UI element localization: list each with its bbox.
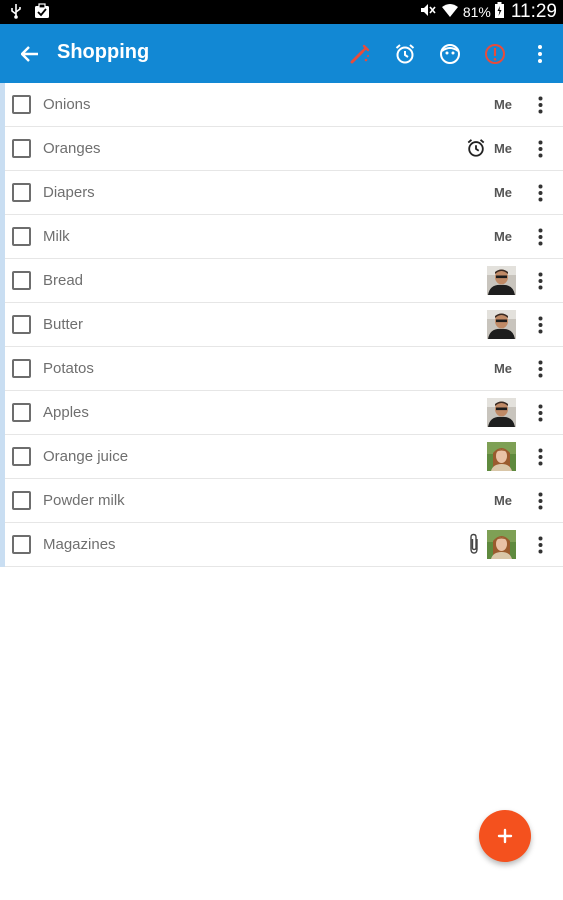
item-label: Diapers bbox=[43, 184, 95, 201]
clock: 11:29 bbox=[510, 1, 557, 22]
item-label: Onions bbox=[43, 96, 91, 113]
list-item[interactable]: Diapers Me bbox=[0, 171, 563, 215]
item-menu-button[interactable] bbox=[532, 446, 548, 468]
battery-icon bbox=[494, 1, 504, 23]
list-item[interactable]: Onions Me bbox=[0, 83, 563, 127]
avatar bbox=[487, 398, 516, 427]
list-item[interactable]: Milk Me bbox=[0, 215, 563, 259]
info-button[interactable] bbox=[478, 37, 512, 71]
item-label: Bread bbox=[43, 272, 84, 289]
list-item[interactable]: Butter bbox=[0, 303, 563, 347]
item-checkbox[interactable] bbox=[12, 183, 31, 202]
list-item[interactable]: Potatos Me bbox=[0, 347, 563, 391]
item-checkbox[interactable] bbox=[12, 491, 31, 510]
overflow-menu-button[interactable] bbox=[523, 37, 557, 71]
paperclip-icon bbox=[468, 533, 480, 560]
assignee-label: Me bbox=[493, 361, 512, 376]
page-title: Shopping bbox=[57, 41, 150, 63]
list-item[interactable]: Powder milk Me bbox=[0, 479, 563, 523]
assignee-label: Me bbox=[493, 493, 512, 508]
item-menu-button[interactable] bbox=[532, 270, 548, 292]
item-menu-button[interactable] bbox=[532, 226, 548, 248]
item-label: Butter bbox=[43, 316, 84, 333]
assignee-label: Me bbox=[493, 97, 512, 112]
item-menu-button[interactable] bbox=[532, 314, 548, 336]
face-button[interactable] bbox=[433, 37, 467, 71]
list-item[interactable]: Oranges Me bbox=[0, 127, 563, 171]
item-menu-button[interactable] bbox=[532, 358, 548, 380]
add-item-button[interactable] bbox=[479, 810, 531, 862]
item-menu-button[interactable] bbox=[532, 138, 548, 160]
item-checkbox[interactable] bbox=[12, 535, 31, 554]
item-checkbox[interactable] bbox=[12, 403, 31, 422]
alarm-icon bbox=[466, 138, 486, 163]
list-item[interactable]: Orange juice bbox=[0, 435, 563, 479]
avatar bbox=[487, 310, 516, 339]
plus-icon bbox=[497, 828, 513, 844]
list-item[interactable]: Apples bbox=[0, 391, 563, 435]
avatar bbox=[487, 530, 516, 559]
avatar bbox=[487, 442, 516, 471]
more-vert-icon bbox=[538, 140, 542, 158]
more-vert-icon bbox=[538, 492, 542, 510]
item-menu-button[interactable] bbox=[532, 490, 548, 512]
more-vert-icon bbox=[538, 536, 542, 554]
item-menu-button[interactable] bbox=[532, 402, 548, 424]
item-label: Magazines bbox=[43, 536, 116, 553]
more-vert-icon bbox=[538, 404, 542, 422]
assignee-label: Me bbox=[493, 185, 512, 200]
item-label: Powder milk bbox=[43, 492, 125, 509]
brush-icon bbox=[350, 44, 370, 64]
item-label: Potatos bbox=[43, 360, 94, 377]
item-menu-button[interactable] bbox=[532, 182, 548, 204]
wifi-icon bbox=[441, 2, 459, 23]
more-vert-icon bbox=[538, 360, 542, 378]
clipboard-icon bbox=[34, 3, 50, 24]
back-arrow-icon bbox=[21, 46, 38, 62]
item-label: Oranges bbox=[43, 140, 101, 157]
info-icon bbox=[485, 44, 505, 64]
muted-icon bbox=[419, 2, 437, 23]
more-vert-icon bbox=[538, 96, 542, 114]
more-vert-icon bbox=[538, 448, 542, 466]
face-icon bbox=[440, 44, 460, 64]
item-label: Orange juice bbox=[43, 448, 129, 465]
brush-button[interactable] bbox=[343, 37, 377, 71]
item-checkbox[interactable] bbox=[12, 227, 31, 246]
more-vert-icon bbox=[538, 272, 542, 290]
status-bar: 81% 11:29 bbox=[0, 0, 563, 24]
item-checkbox[interactable] bbox=[12, 271, 31, 290]
item-checkbox[interactable] bbox=[12, 359, 31, 378]
app-bar: Shopping bbox=[0, 24, 563, 83]
avatar bbox=[487, 266, 516, 295]
assignee-label: Me bbox=[493, 229, 512, 244]
item-label: Apples bbox=[43, 404, 89, 421]
item-menu-button[interactable] bbox=[532, 94, 548, 116]
assignee-label: Me bbox=[493, 141, 512, 156]
more-vert-icon bbox=[538, 316, 542, 334]
item-checkbox[interactable] bbox=[12, 315, 31, 334]
item-label: Milk bbox=[43, 228, 70, 245]
more-vert-icon bbox=[538, 184, 542, 202]
reminder-button[interactable] bbox=[388, 37, 422, 71]
list-item[interactable]: Magazines bbox=[0, 523, 563, 567]
battery-percent: 81% bbox=[462, 4, 491, 20]
back-button[interactable] bbox=[14, 38, 46, 70]
item-checkbox[interactable] bbox=[12, 95, 31, 114]
item-menu-button[interactable] bbox=[532, 534, 548, 556]
more-vert-icon bbox=[538, 45, 542, 63]
item-checkbox[interactable] bbox=[12, 447, 31, 466]
item-list: Onions Me Oranges Me Diapers Me Milk Me bbox=[0, 83, 563, 567]
item-checkbox[interactable] bbox=[12, 139, 31, 158]
more-vert-icon bbox=[538, 228, 542, 246]
list-item[interactable]: Bread bbox=[0, 259, 563, 303]
alarm-icon bbox=[395, 44, 415, 64]
usb-icon bbox=[10, 3, 22, 24]
